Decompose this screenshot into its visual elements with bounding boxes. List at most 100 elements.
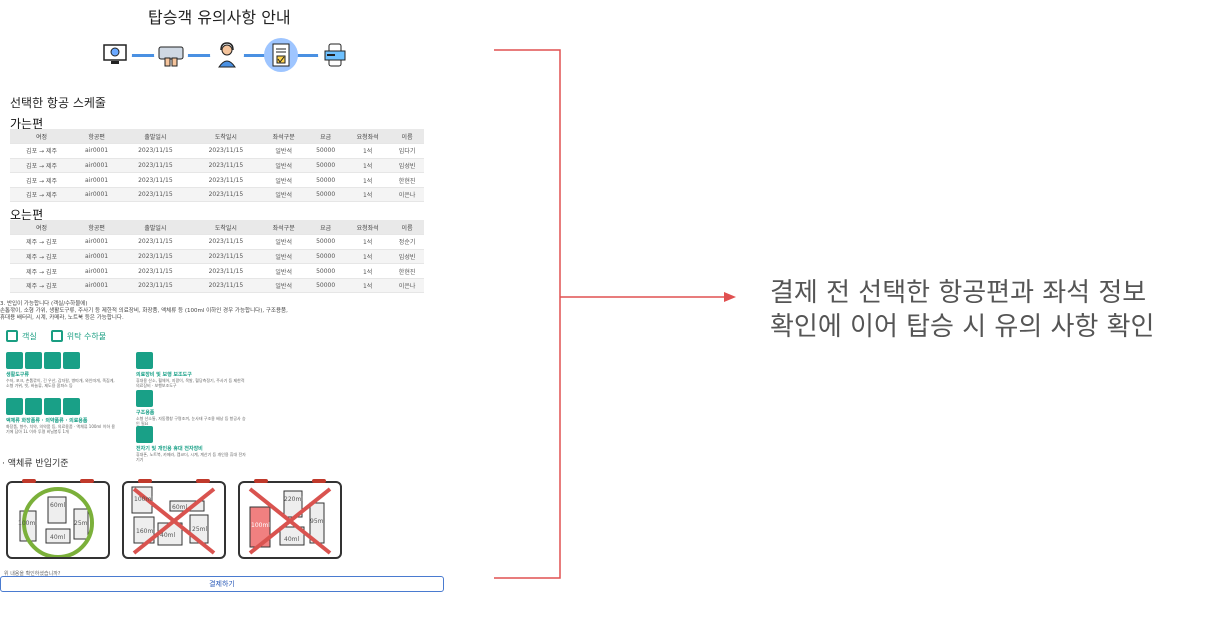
table-cell: 2023/11/15 xyxy=(190,143,262,159)
rescue-kit-icon xyxy=(136,390,153,407)
table-cell: 1석 xyxy=(345,172,391,188)
pay-button[interactable]: 결제하기 xyxy=(0,576,444,592)
notice-line-2: 손톱깎이, 소형 가위, 생활도구류, 주사기 등 제한적 의료장비, 화장품,… xyxy=(0,308,288,314)
keyboard-input-icon xyxy=(158,46,184,67)
liquid-bag-denied-oversize: 100ml 40ml 60ml 25ml 160ml xyxy=(122,479,226,559)
table-cell: air0001 xyxy=(73,249,121,265)
table-cell: 50000 xyxy=(306,263,346,279)
mobile-payment-icon xyxy=(324,43,346,67)
baggage-legend: 객실 위탁 수하물 xyxy=(6,330,106,342)
table-row: 김포 → 제주 air0001 2023/11/15 2023/11/15 일반석 500… xyxy=(10,143,424,159)
step-payment[interactable] xyxy=(318,38,352,72)
svg-text:25ml: 25ml xyxy=(74,520,89,527)
table-header-row: 여정 항공편 출발일시 도착일시 좌석구분 요금 요청좌석 이름 xyxy=(10,129,424,145)
liquid-rules-title: · 액체류 반입기준 xyxy=(2,459,69,469)
table-cell: 김포 → 제주 xyxy=(10,143,74,159)
column-header: 도착일시 xyxy=(190,220,262,236)
notice-line-3: 휴대용 배터리, 시계, 카메라, 노트북 등은 가능합니다. xyxy=(0,315,124,321)
denied-volume-illustration: 100ml 220ml 95ml 40ml xyxy=(248,487,332,555)
svg-text:95ml: 95ml xyxy=(310,518,325,525)
column-header: 요금 xyxy=(306,129,346,145)
table-cell: 임다기 xyxy=(390,143,424,159)
step-checklist[interactable] xyxy=(264,38,298,72)
table-cell: 1석 xyxy=(345,249,391,265)
table-cell: 일반석 xyxy=(261,249,307,265)
table-cell: 2023/11/15 xyxy=(120,234,191,250)
table-row: 제주 → 김포 air0001 2023/11/15 2023/11/15 일반석 500… xyxy=(10,249,424,265)
svg-text:40ml: 40ml xyxy=(284,536,299,543)
column-header: 좌석구분 xyxy=(261,220,307,236)
allowed-liquids-illustration: 100ml 60ml 25ml 40ml xyxy=(18,487,94,559)
medicine-icon xyxy=(63,398,80,415)
carry-on-notice: 3. 반입이 가능합니다 (객실/수하물에) 손톱깎이, 소형 가위, 생활도구… xyxy=(0,301,440,322)
knife-icon xyxy=(25,352,42,369)
outbound-table: 여정 항공편 출발일시 도착일시 좌석구분 요금 요청좌석 이름 김포 → 제주 air0001… xyxy=(10,129,424,203)
table-cell: 임성빈 xyxy=(390,158,424,174)
table-cell: 50000 xyxy=(306,278,346,294)
table-cell: 이은나 xyxy=(390,278,424,294)
table-cell: air0001 xyxy=(73,263,121,279)
svg-text:60ml: 60ml xyxy=(50,502,65,509)
step-schedule[interactable] xyxy=(98,38,132,72)
schedule-monitor-icon xyxy=(103,44,127,64)
table-cell: 일반석 xyxy=(261,278,307,294)
svg-text:60ml: 60ml xyxy=(172,504,187,511)
table-cell: 2023/11/15 xyxy=(120,143,191,159)
bottle-icon xyxy=(44,398,61,415)
step-input[interactable] xyxy=(154,38,188,72)
liquid-bag-allowed: 100ml 60ml 25ml 40ml xyxy=(6,479,110,559)
table-cell: 일반석 xyxy=(261,158,307,174)
table-row: 김포 → 제주 air0001 2023/11/15 2023/11/15 일반석 500… xyxy=(10,172,424,188)
table-cell: 50000 xyxy=(306,187,346,203)
tool-icon xyxy=(63,352,80,369)
table-cell: 1석 xyxy=(345,278,391,294)
group-electronics: 전자기 및 개인용 휴대 전자장비 휴대폰, 노트북, 카메라, 캠코더, 시계… xyxy=(136,426,246,462)
group-cosmetics: 액체류 화장품류 · 의약품류 · 의료용품 화장품, 향수, 치약, 의약품 … xyxy=(6,398,116,434)
table-cell: 일반석 xyxy=(261,234,307,250)
column-header: 이름 xyxy=(390,129,424,145)
column-header: 요청좌석 xyxy=(345,220,391,236)
column-header: 항공편 xyxy=(73,220,121,236)
annotation-bracket xyxy=(494,49,561,579)
table-cell: 제주 → 김포 xyxy=(10,234,74,250)
table-cell: 2023/11/15 xyxy=(190,263,262,279)
schedule-title: 선택한 항공 스케줄 xyxy=(10,96,106,110)
caption-line-1: 결제 전 선택한 항공편과 좌석 정보 xyxy=(770,278,1147,308)
checked-square-icon xyxy=(50,330,63,342)
denied-liquids-illustration: 100ml 40ml 60ml 25ml 160ml xyxy=(131,486,216,555)
table-cell: 50000 xyxy=(306,249,346,265)
column-header: 출발일시 xyxy=(120,220,191,236)
table-cell: 1석 xyxy=(345,158,391,174)
svg-text:40ml: 40ml xyxy=(160,532,175,539)
table-cell: 2023/11/15 xyxy=(120,172,191,188)
notice-line-1: 3. 반입이 가능합니다 (객실/수하물에) xyxy=(0,301,88,307)
agent-headset-icon xyxy=(218,42,236,68)
table-cell: 일반석 xyxy=(261,263,307,279)
table-cell: 2023/11/15 xyxy=(190,278,262,294)
caption-line-2: 확인에 이어 탑승 시 유의 사항 확인 xyxy=(770,312,1155,342)
table-cell: 1석 xyxy=(345,187,391,203)
table-cell: 2023/11/15 xyxy=(190,158,262,174)
table-cell: 정순기 xyxy=(390,234,424,250)
table-cell: 2023/11/15 xyxy=(120,263,191,279)
table-cell: 1석 xyxy=(345,143,391,159)
legend-checked: 위탁 수하물 xyxy=(50,330,106,342)
column-header: 여정 xyxy=(10,220,74,236)
table-cell: air0001 xyxy=(73,143,121,159)
group-medical: 의료장비 및 보행 보조도구 휴대용 산소, 휠체어, 지팡이, 목발, 혈당측… xyxy=(136,352,246,388)
scissors-icon xyxy=(6,352,23,369)
table-cell: 2023/11/15 xyxy=(120,158,191,174)
table-cell: 2023/11/15 xyxy=(190,187,262,203)
column-header: 여정 xyxy=(10,129,74,145)
table-cell: 2023/11/15 xyxy=(120,249,191,265)
group-daily-tools: 생활도구류 수저, 포크, 손톱깎이, 긴 우산, 감자칼, 병따개, 와인따개… xyxy=(6,352,116,388)
cosmetics-icon xyxy=(6,398,23,415)
table-cell: 제주 → 김포 xyxy=(10,278,74,294)
column-header: 항공편 xyxy=(73,129,121,145)
table-cell: 50000 xyxy=(306,158,346,174)
table-cell: air0001 xyxy=(73,158,121,174)
table-cell: 2023/11/15 xyxy=(190,234,262,250)
cabin-square-icon xyxy=(6,330,18,342)
step-agent[interactable] xyxy=(210,38,244,72)
legend-cabin: 객실 xyxy=(6,330,37,342)
